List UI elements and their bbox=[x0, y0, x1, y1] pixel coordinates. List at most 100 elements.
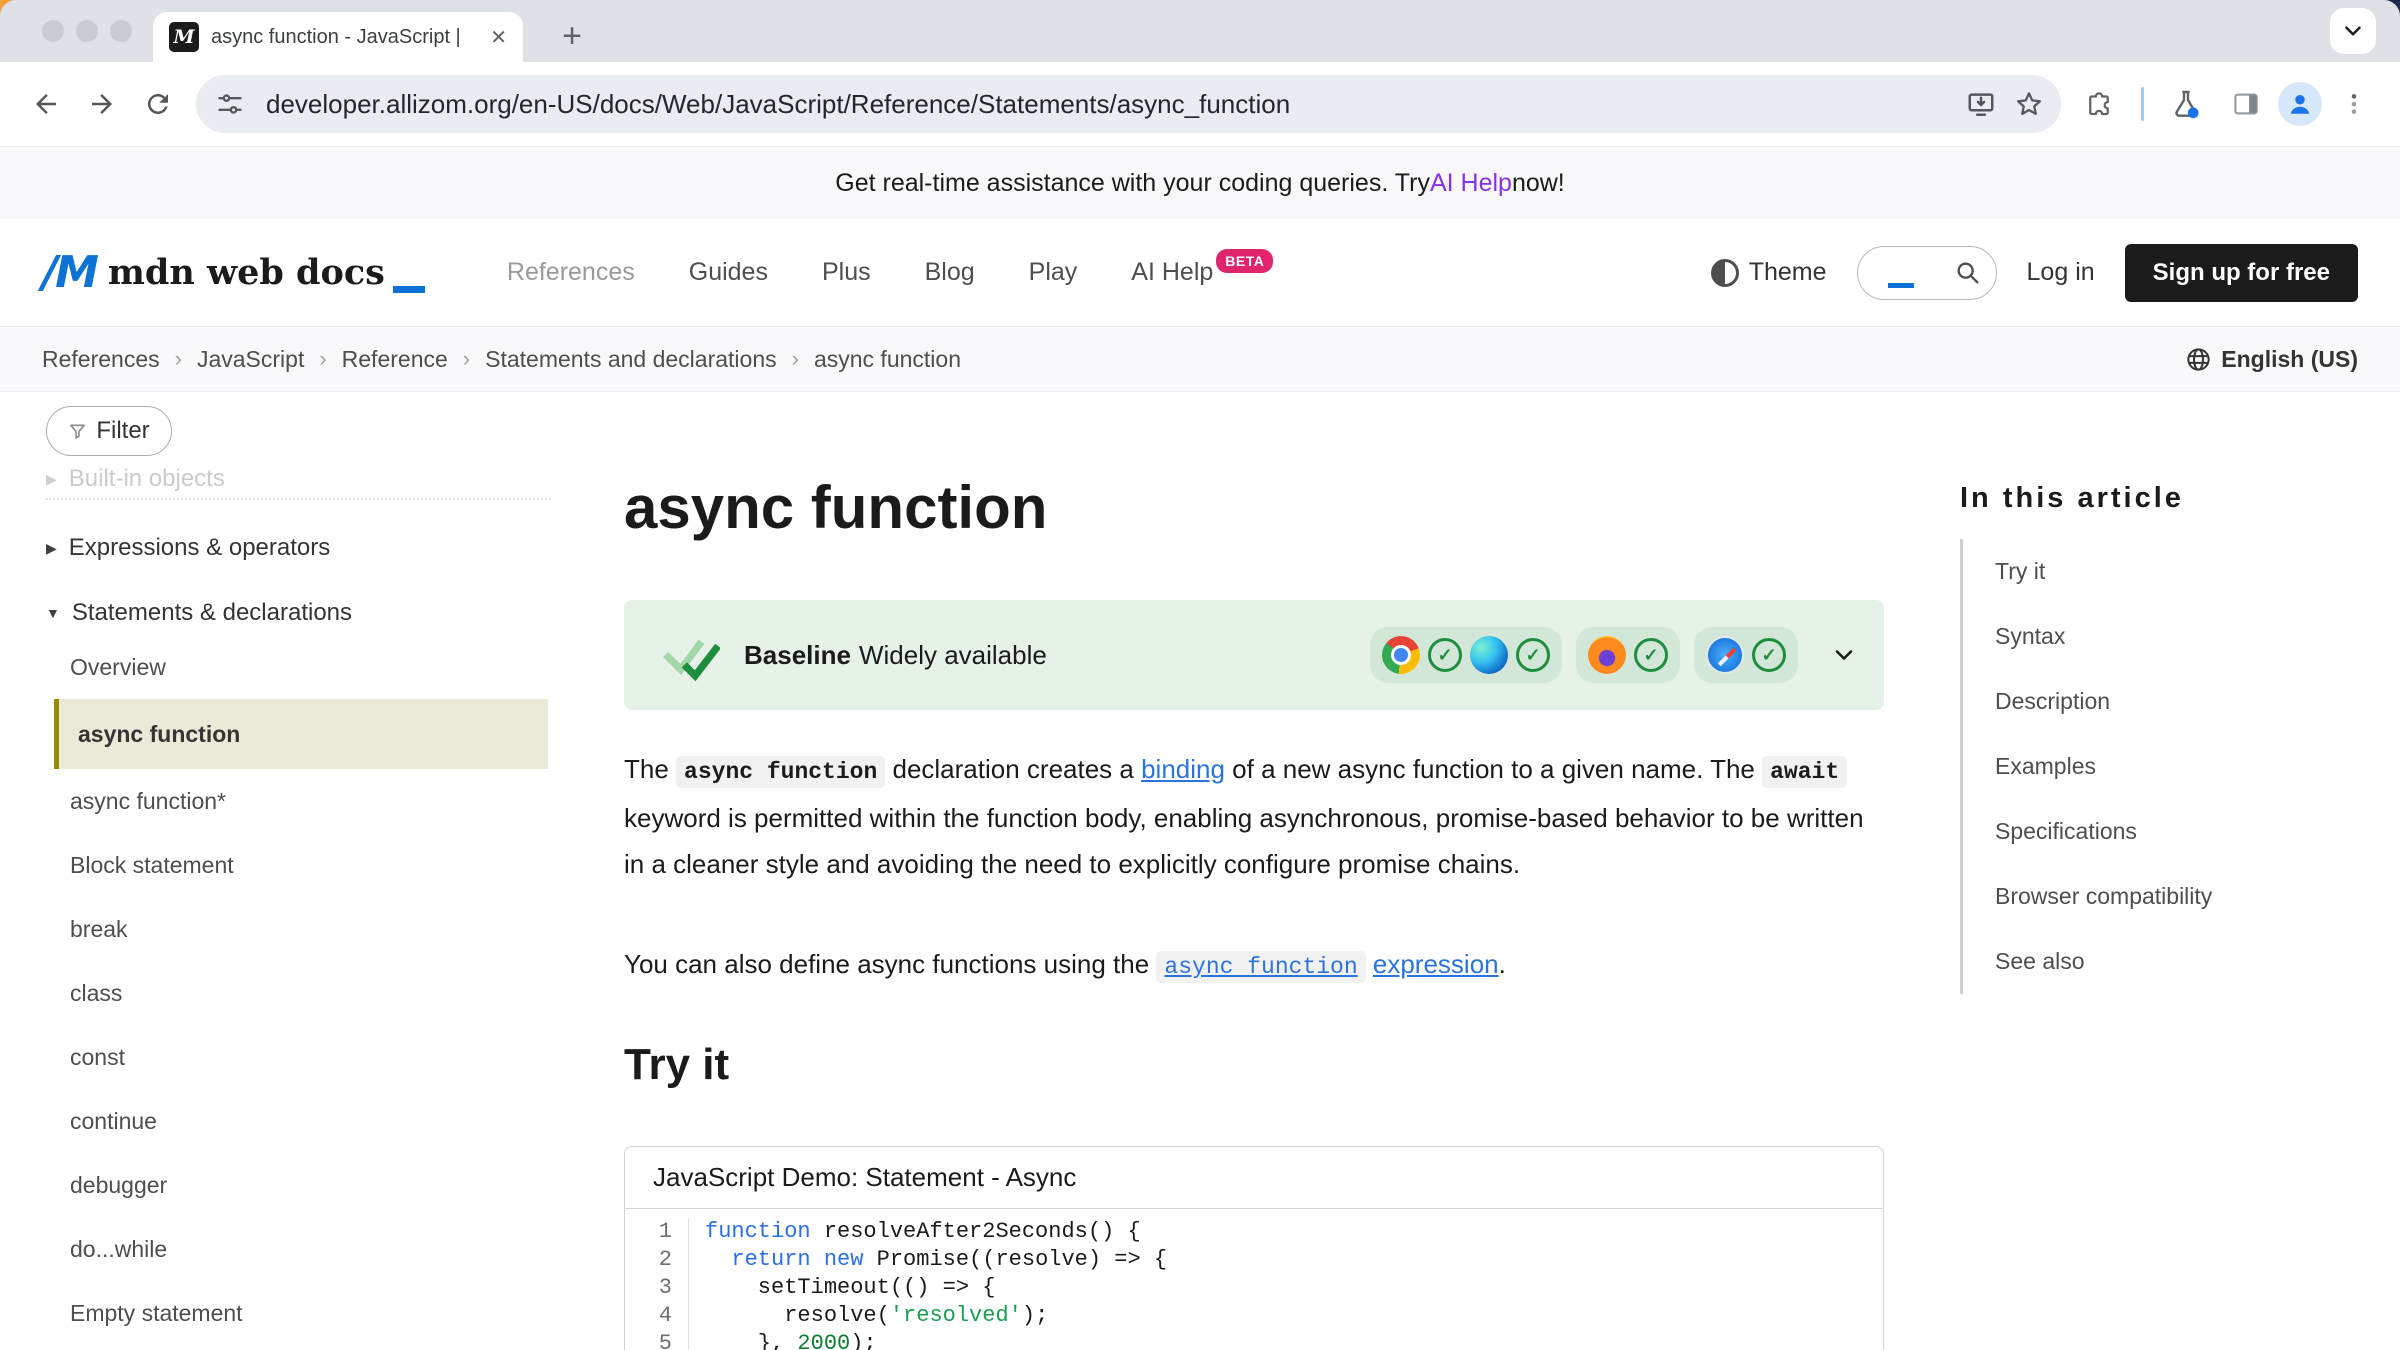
chrome-icon bbox=[1382, 636, 1420, 674]
extensions-button[interactable] bbox=[2071, 76, 2127, 132]
filter-label: Filter bbox=[96, 417, 149, 445]
crumb-javascript[interactable]: JavaScript bbox=[197, 346, 304, 373]
forward-button[interactable] bbox=[74, 76, 130, 132]
sidebar-item-empty-statement[interactable]: Empty statement bbox=[54, 1281, 548, 1345]
nav-item-guides[interactable]: Guides bbox=[689, 258, 768, 287]
text: You can also define async functions usin… bbox=[624, 949, 1156, 979]
search-icon bbox=[1954, 259, 1982, 287]
article-main: async function BaselineWidely available … bbox=[624, 392, 1884, 1350]
sidebar-item-block-statement[interactable]: Block statement bbox=[54, 833, 548, 897]
toc-item-syntax[interactable]: Syntax bbox=[1995, 604, 2360, 669]
bookmark-button[interactable] bbox=[2005, 80, 2053, 128]
support-pill-safari: ✓ bbox=[1694, 627, 1798, 683]
browser-menu-button[interactable] bbox=[2326, 76, 2382, 132]
side-panel-button[interactable] bbox=[2218, 76, 2274, 132]
sidebar-section-expressions[interactable]: ▶ Expressions & operators bbox=[46, 534, 560, 562]
reload-button[interactable] bbox=[130, 76, 186, 132]
tab-search-button[interactable] bbox=[2330, 8, 2376, 54]
site-settings-button[interactable] bbox=[206, 80, 254, 128]
second-paragraph: You can also define async functions usin… bbox=[624, 941, 1884, 990]
support-pill-firefox: ✓ bbox=[1576, 627, 1680, 683]
browser-tab[interactable]: M async function - JavaScript | ✕ bbox=[153, 12, 523, 62]
install-app-button[interactable] bbox=[1957, 80, 2005, 128]
baseline-banner: BaselineWidely available ✓ ✓ ✓ bbox=[624, 600, 1884, 710]
code-line: 4 resolve('resolved'); bbox=[625, 1302, 1883, 1330]
text: The bbox=[624, 754, 676, 784]
locale-switcher[interactable]: English (US) bbox=[2185, 346, 2358, 373]
toc-item-examples[interactable]: Examples bbox=[1995, 734, 2360, 799]
expression-link[interactable]: expression bbox=[1373, 949, 1499, 979]
nav-item-play[interactable]: Play bbox=[1029, 258, 1078, 287]
mdn-logo-mark: /M bbox=[42, 247, 96, 298]
nav-item-plus[interactable]: Plus bbox=[822, 258, 871, 287]
sidebar-item-break[interactable]: break bbox=[54, 897, 548, 961]
line-number: 3 bbox=[625, 1274, 689, 1302]
nav-item-ai-help[interactable]: AI HelpBETA bbox=[1131, 258, 1273, 287]
nav-ai-help-label: AI Help bbox=[1131, 258, 1213, 286]
code-line: 2 return new Promise((resolve) => { bbox=[625, 1246, 1883, 1274]
crumb-statements[interactable]: Statements and declarations bbox=[485, 346, 777, 373]
crumb-reference[interactable]: Reference bbox=[342, 346, 448, 373]
sidebar-item-continue[interactable]: continue bbox=[54, 1089, 548, 1153]
tab-close-icon[interactable]: ✕ bbox=[490, 25, 507, 50]
firefox-icon bbox=[1588, 636, 1626, 674]
crumb-references[interactable]: References bbox=[42, 346, 160, 373]
page-content: Filter ▶ Built-in objects ▶ Expressions … bbox=[0, 392, 2400, 1350]
toc-item-try-it[interactable]: Try it bbox=[1995, 539, 2360, 604]
new-tab-button[interactable]: + bbox=[549, 13, 595, 59]
sidebar-item-async-function[interactable]: async function bbox=[54, 699, 548, 769]
text: . bbox=[1499, 949, 1506, 979]
address-bar[interactable]: developer.allizom.org/en-US/docs/Web/Jav… bbox=[196, 75, 2061, 133]
window-close-button[interactable] bbox=[42, 20, 64, 42]
crumb-current-page[interactable]: async function bbox=[814, 346, 961, 373]
sidebar-item-debugger[interactable]: debugger bbox=[54, 1153, 548, 1217]
sidebar-section-statements[interactable]: ▼ Statements & declarations bbox=[46, 599, 560, 627]
text: declaration creates a bbox=[885, 754, 1141, 784]
line-number: 5 bbox=[625, 1330, 689, 1350]
window-controls[interactable] bbox=[42, 20, 132, 42]
back-button[interactable] bbox=[18, 76, 74, 132]
baseline-text: BaselineWidely available bbox=[744, 640, 1047, 671]
binding-link[interactable]: binding bbox=[1141, 754, 1225, 784]
ai-help-banner: Get real-time assistance with your codin… bbox=[0, 146, 2400, 219]
line-number: 1 bbox=[625, 1218, 689, 1246]
signup-button[interactable]: Sign up for free bbox=[2125, 244, 2358, 302]
main-nav: References Guides Plus Blog Play AI Help… bbox=[507, 258, 1273, 287]
nav-item-blog[interactable]: Blog bbox=[925, 258, 975, 287]
mdn-logo[interactable]: /M mdn web docs bbox=[42, 247, 425, 298]
check-icon: ✓ bbox=[1516, 638, 1550, 672]
url-text[interactable]: developer.allizom.org/en-US/docs/Web/Jav… bbox=[266, 89, 1957, 120]
window-minimize-button[interactable] bbox=[76, 20, 98, 42]
breadcrumb-bar: References › JavaScript › Reference › St… bbox=[0, 326, 2400, 392]
sidebar-item-const[interactable]: const bbox=[54, 1025, 548, 1089]
experiments-button[interactable] bbox=[2158, 76, 2214, 132]
sidebar-item-do-while[interactable]: do...while bbox=[54, 1217, 548, 1281]
star-icon bbox=[2014, 89, 2044, 119]
tab-title: async function - JavaScript | bbox=[211, 26, 480, 49]
nav-item-references[interactable]: References bbox=[507, 258, 635, 287]
sidebar-item-class[interactable]: class bbox=[54, 961, 548, 1025]
theme-toggle[interactable]: Theme bbox=[1711, 258, 1827, 287]
sidebar-section-built-in-objects[interactable]: ▶ Built-in objects bbox=[46, 465, 560, 493]
toc-item-description[interactable]: Description bbox=[1995, 669, 2360, 734]
sidebar-item-async-function-star[interactable]: async function* bbox=[54, 769, 548, 833]
banner-text-suffix: now! bbox=[1512, 169, 1565, 198]
async-function-expression-code-link[interactable]: async function bbox=[1156, 951, 1365, 983]
site-search-input[interactable] bbox=[1857, 246, 1997, 300]
puzzle-icon bbox=[2084, 89, 2114, 119]
toc-item-see-also[interactable]: See also bbox=[1995, 929, 2360, 994]
profile-avatar[interactable] bbox=[2278, 82, 2322, 126]
chevron-down-icon[interactable] bbox=[1830, 641, 1858, 669]
theme-label: Theme bbox=[1749, 258, 1827, 287]
sidebar-item-overview[interactable]: Overview bbox=[54, 635, 548, 699]
browser-support-icons: ✓ ✓ ✓ ✓ bbox=[1370, 627, 1858, 683]
sidebar-filter-button[interactable]: Filter bbox=[46, 406, 172, 456]
window-maximize-button[interactable] bbox=[110, 20, 132, 42]
toc-item-browser-compatibility[interactable]: Browser compatibility bbox=[1995, 864, 2360, 929]
docs-sidebar: Filter ▶ Built-in objects ▶ Expressions … bbox=[0, 392, 560, 1350]
toc-item-specifications[interactable]: Specifications bbox=[1995, 799, 2360, 864]
toc-list: Try it Syntax Description Examples Speci… bbox=[1960, 539, 2360, 994]
login-link[interactable]: Log in bbox=[2027, 258, 2095, 287]
code-editor[interactable]: 1 function resolveAfter2Seconds() { 2 re… bbox=[625, 1209, 1883, 1350]
ai-help-link[interactable]: AI Help bbox=[1430, 169, 1512, 198]
